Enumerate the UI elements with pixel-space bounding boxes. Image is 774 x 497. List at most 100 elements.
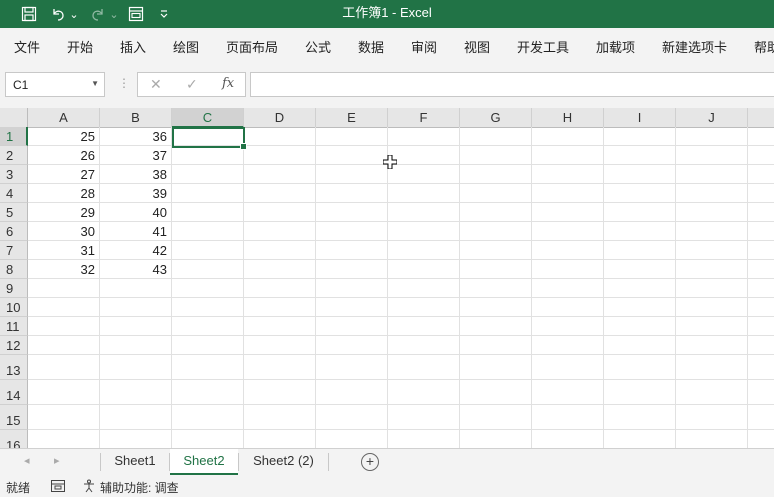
cell-h12[interactable] bbox=[532, 336, 604, 355]
cell-c5[interactable] bbox=[172, 203, 244, 222]
cell-c2[interactable] bbox=[172, 146, 244, 165]
row-header-3[interactable]: 3 bbox=[0, 165, 28, 184]
cell-d7[interactable] bbox=[244, 241, 316, 260]
cell-c14[interactable] bbox=[172, 380, 244, 405]
add-sheet-icon[interactable]: + bbox=[361, 453, 379, 471]
row-header-14[interactable]: 14 bbox=[0, 380, 28, 405]
cell-a13[interactable] bbox=[28, 355, 100, 380]
tab-add-ins[interactable]: 加载项 bbox=[596, 37, 635, 56]
cell-e1[interactable] bbox=[316, 127, 388, 146]
cell-g14[interactable] bbox=[460, 380, 532, 405]
cancel-icon[interactable]: ✕ bbox=[150, 76, 162, 93]
tab-insert[interactable]: 插入 bbox=[120, 37, 146, 56]
cell-i10[interactable] bbox=[604, 298, 676, 317]
cell-g13[interactable] bbox=[460, 355, 532, 380]
cell-d16[interactable] bbox=[244, 430, 316, 448]
row-header-8[interactable]: 8 bbox=[0, 260, 28, 279]
cell-f15[interactable] bbox=[388, 405, 460, 430]
cell-f12[interactable] bbox=[388, 336, 460, 355]
cell-h2[interactable] bbox=[532, 146, 604, 165]
cell-b8[interactable]: 43 bbox=[100, 260, 172, 279]
tab-data[interactable]: 数据 bbox=[358, 37, 384, 56]
cell-e5[interactable] bbox=[316, 203, 388, 222]
cell-f6[interactable] bbox=[388, 222, 460, 241]
cell-c15[interactable] bbox=[172, 405, 244, 430]
cell-c12[interactable] bbox=[172, 336, 244, 355]
column-header-k[interactable] bbox=[748, 108, 774, 128]
cell-c9[interactable] bbox=[172, 279, 244, 298]
row-header-5[interactable]: 5 bbox=[0, 203, 28, 222]
cell-e10[interactable] bbox=[316, 298, 388, 317]
cell-f4[interactable] bbox=[388, 184, 460, 203]
row-header-10[interactable]: 10 bbox=[0, 298, 28, 317]
cell-g8[interactable] bbox=[460, 260, 532, 279]
cell-k8[interactable] bbox=[748, 260, 774, 279]
cell-e16[interactable] bbox=[316, 430, 388, 448]
column-header-i[interactable]: I bbox=[604, 108, 676, 128]
cell-h15[interactable] bbox=[532, 405, 604, 430]
tab-home[interactable]: 开始 bbox=[67, 37, 93, 56]
cell-i14[interactable] bbox=[604, 380, 676, 405]
cell-e4[interactable] bbox=[316, 184, 388, 203]
tab-view[interactable]: 视图 bbox=[464, 37, 490, 56]
cell-g15[interactable] bbox=[460, 405, 532, 430]
cell-d13[interactable] bbox=[244, 355, 316, 380]
cell-k3[interactable] bbox=[748, 165, 774, 184]
cell-j12[interactable] bbox=[676, 336, 748, 355]
column-header-c[interactable]: C bbox=[172, 108, 244, 128]
tab-page-layout[interactable]: 页面布局 bbox=[226, 37, 278, 56]
cell-g16[interactable] bbox=[460, 430, 532, 448]
cell-b6[interactable]: 41 bbox=[100, 222, 172, 241]
name-box[interactable]: C1 ▼ bbox=[5, 72, 105, 97]
column-header-j[interactable]: J bbox=[676, 108, 748, 128]
cell-e15[interactable] bbox=[316, 405, 388, 430]
cell-g10[interactable] bbox=[460, 298, 532, 317]
row-header-4[interactable]: 4 bbox=[0, 184, 28, 203]
cell-h6[interactable] bbox=[532, 222, 604, 241]
cell-b11[interactable] bbox=[100, 317, 172, 336]
cell-g9[interactable] bbox=[460, 279, 532, 298]
cell-k5[interactable] bbox=[748, 203, 774, 222]
cell-k15[interactable] bbox=[748, 405, 774, 430]
cell-k11[interactable] bbox=[748, 317, 774, 336]
row-header-6[interactable]: 6 bbox=[0, 222, 28, 241]
cell-i1[interactable] bbox=[604, 127, 676, 146]
cell-j13[interactable] bbox=[676, 355, 748, 380]
cell-b12[interactable] bbox=[100, 336, 172, 355]
cell-f3[interactable] bbox=[388, 165, 460, 184]
row-header-9[interactable]: 9 bbox=[0, 279, 28, 298]
cell-i11[interactable] bbox=[604, 317, 676, 336]
cell-e13[interactable] bbox=[316, 355, 388, 380]
cell-b14[interactable] bbox=[100, 380, 172, 405]
cell-b16[interactable] bbox=[100, 430, 172, 448]
cell-b5[interactable]: 40 bbox=[100, 203, 172, 222]
cell-h10[interactable] bbox=[532, 298, 604, 317]
cell-a5[interactable]: 29 bbox=[28, 203, 100, 222]
cell-b3[interactable]: 38 bbox=[100, 165, 172, 184]
cell-b7[interactable]: 42 bbox=[100, 241, 172, 260]
cell-d5[interactable] bbox=[244, 203, 316, 222]
cell-c13[interactable] bbox=[172, 355, 244, 380]
cell-j5[interactable] bbox=[676, 203, 748, 222]
cell-f8[interactable] bbox=[388, 260, 460, 279]
cell-f5[interactable] bbox=[388, 203, 460, 222]
cell-d8[interactable] bbox=[244, 260, 316, 279]
cell-k12[interactable] bbox=[748, 336, 774, 355]
cell-h14[interactable] bbox=[532, 380, 604, 405]
cell-e2[interactable] bbox=[316, 146, 388, 165]
cell-c6[interactable] bbox=[172, 222, 244, 241]
cell-h8[interactable] bbox=[532, 260, 604, 279]
cell-j8[interactable] bbox=[676, 260, 748, 279]
column-header-f[interactable]: F bbox=[388, 108, 460, 128]
tab-new-tab[interactable]: 新建选项卡 bbox=[662, 37, 727, 56]
column-header-d[interactable]: D bbox=[244, 108, 316, 128]
column-header-a[interactable]: A bbox=[28, 108, 100, 128]
cell-i8[interactable] bbox=[604, 260, 676, 279]
cell-b1[interactable]: 36 bbox=[100, 127, 172, 146]
cell-g4[interactable] bbox=[460, 184, 532, 203]
cell-j7[interactable] bbox=[676, 241, 748, 260]
cell-e9[interactable] bbox=[316, 279, 388, 298]
cell-i12[interactable] bbox=[604, 336, 676, 355]
cell-i2[interactable] bbox=[604, 146, 676, 165]
cell-c7[interactable] bbox=[172, 241, 244, 260]
